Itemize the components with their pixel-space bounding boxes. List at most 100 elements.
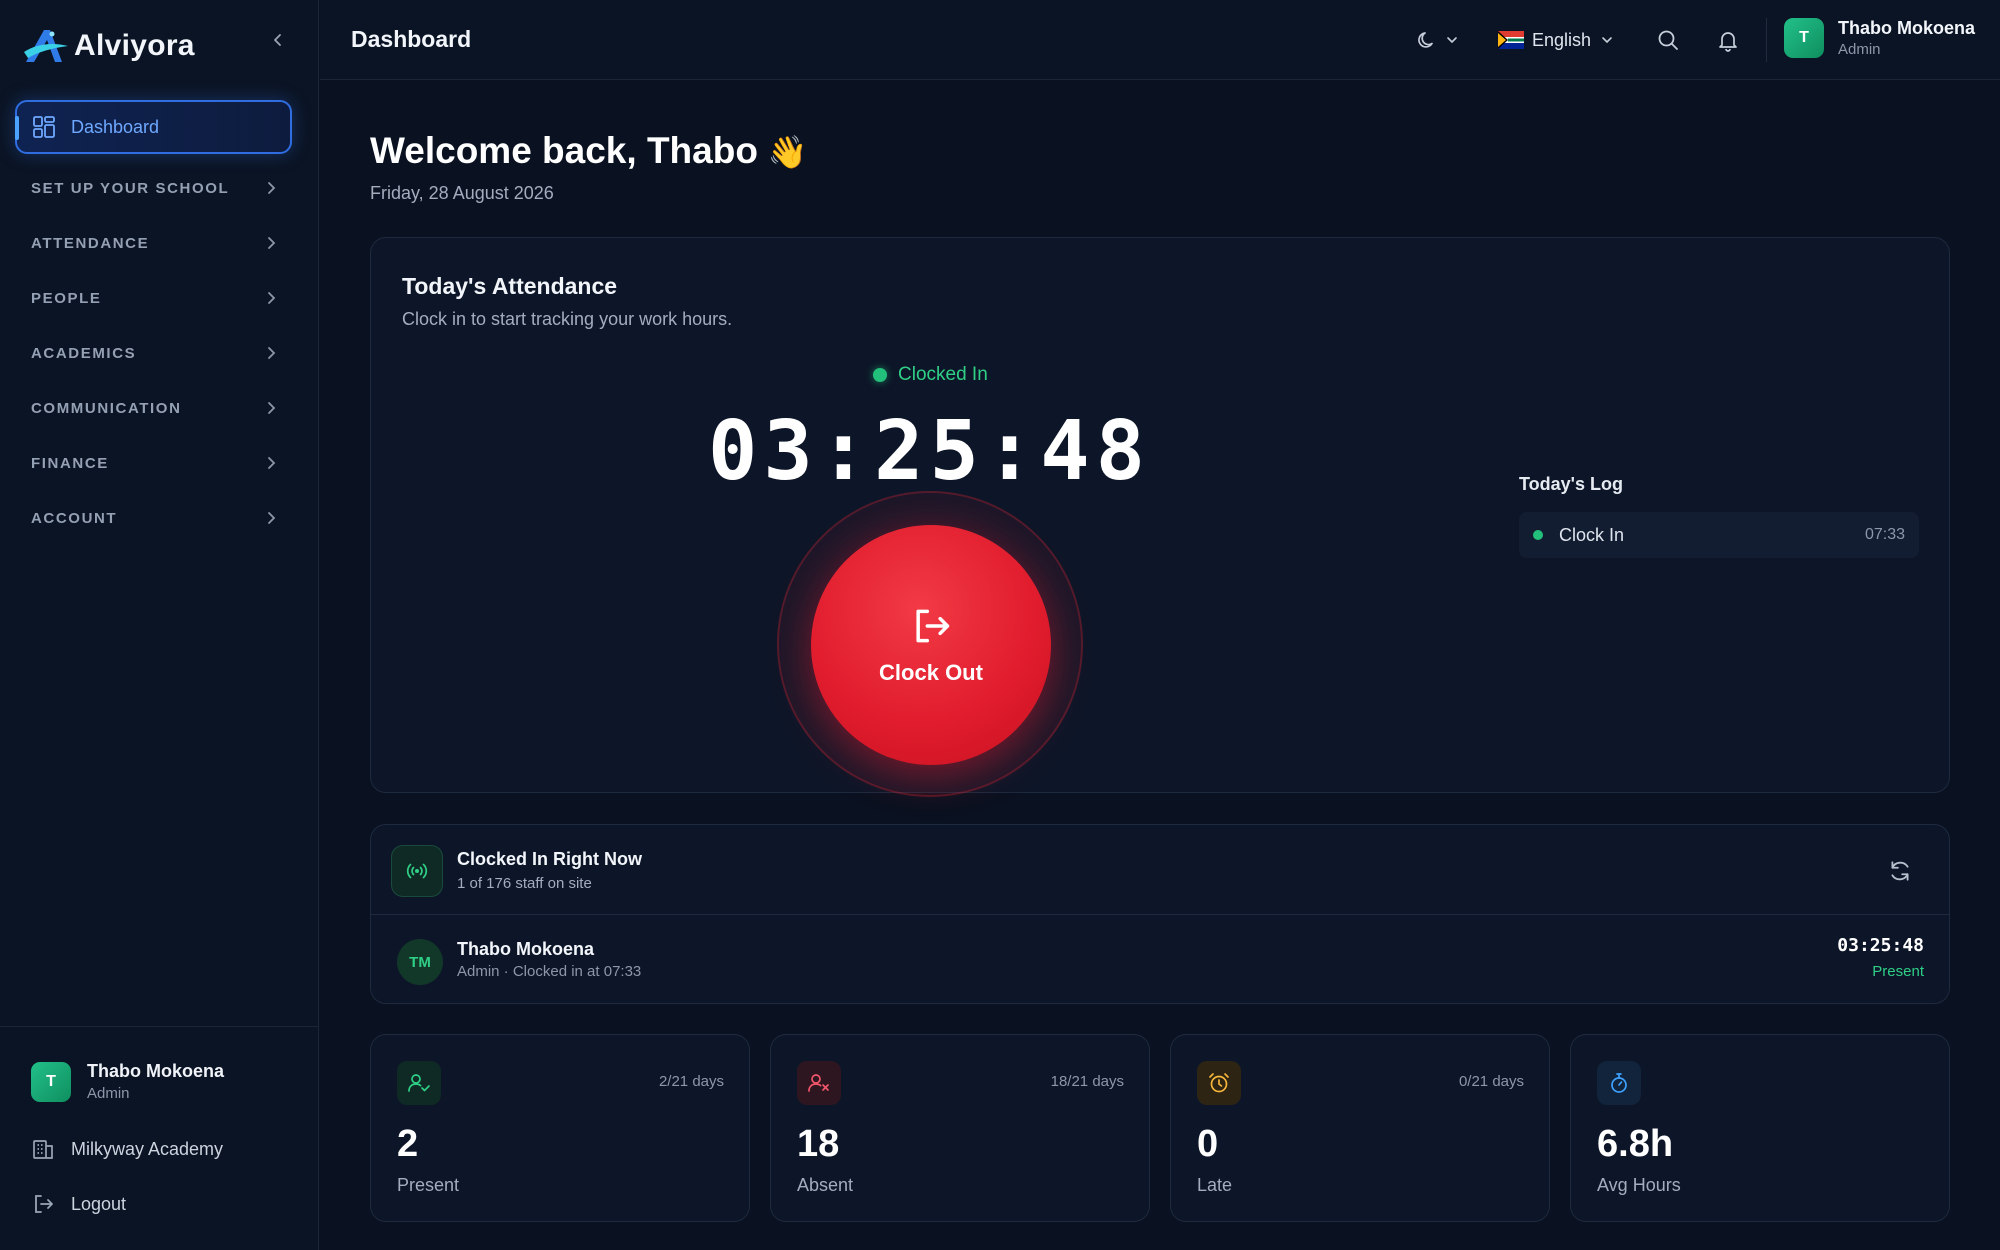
staff-status: Present <box>1872 963 1924 980</box>
sidebar-section-label: SET UP YOUR SCHOOL <box>31 179 230 197</box>
sidebar-user[interactable]: T Thabo Mokoena Admin <box>31 1061 224 1102</box>
sidebar-section-setup[interactable]: SET UP YOUR SCHOOL <box>31 173 276 203</box>
moon-icon <box>1418 32 1433 48</box>
header-divider <box>1766 18 1767 62</box>
sidebar-section-account[interactable]: ACCOUNT <box>31 503 276 533</box>
notifications-button[interactable] <box>1716 22 1740 58</box>
attendance-subtitle: Clock in to start tracking your work hou… <box>402 309 733 329</box>
user-x-icon <box>797 1061 841 1105</box>
attendance-card: Today's Attendance Clock in to start tra… <box>370 237 1950 797</box>
welcome-text: Welcome back, Thabo <box>370 130 758 171</box>
chevron-right-icon <box>268 182 276 194</box>
staff-name: Thabo Mokoena <box>457 939 595 959</box>
sidebar: Alviyora Dashboard SET UP YOUR SCHOOL AT… <box>0 0 319 1250</box>
sidebar-section-label: ACADEMICS <box>31 344 137 362</box>
stat-card-avg-hours: 6.8h Avg Hours <box>1570 1034 1950 1222</box>
stat-label: Absent <box>797 1175 854 1195</box>
chevron-down-icon <box>1447 37 1457 44</box>
alarm-clock-icon <box>1197 1061 1241 1105</box>
avatar: T <box>31 1061 71 1102</box>
language-label: English <box>1532 29 1592 50</box>
school-link[interactable]: Milkyway Academy <box>31 1137 223 1161</box>
avatar: T <box>1784 18 1824 58</box>
clock-out-label: Clock Out <box>879 660 983 685</box>
broadcast-icon <box>391 845 443 897</box>
building-icon <box>33 1140 53 1159</box>
sidebar-section-label: ACCOUNT <box>31 509 118 527</box>
staff-detail: Admin · Clocked in at 07:33 <box>457 963 642 980</box>
todays-log-title: Today's Log <box>1519 474 1623 494</box>
header-user-role: Admin <box>1838 41 1881 58</box>
stat-card-present: 2/21 days 2 Present <box>370 1034 750 1222</box>
sidebar-item-dashboard[interactable]: Dashboard <box>15 100 292 154</box>
flag-icon <box>1498 31 1524 49</box>
clocked-in-now-header: Clocked In Right Now 1 of 176 staff on s… <box>371 825 1949 915</box>
sidebar-section-attendance[interactable]: ATTENDANCE <box>31 228 276 258</box>
chevron-right-icon <box>268 512 276 524</box>
sidebar-section-people[interactable]: PEOPLE <box>31 283 276 313</box>
log-dot-icon <box>1533 530 1543 540</box>
status-badge: Clocked In <box>873 364 988 386</box>
chevron-right-icon <box>268 237 276 249</box>
attendance-title: Today's Attendance <box>402 273 618 299</box>
logout-label: Logout <box>71 1193 127 1214</box>
sidebar-user-role: Admin <box>87 1085 130 1102</box>
logout-icon <box>916 609 950 643</box>
logo-icon <box>24 30 68 62</box>
search-icon <box>1658 30 1678 50</box>
current-date: Friday, 28 August 2026 <box>370 183 554 203</box>
sidebar-item-label: Dashboard <box>71 116 160 137</box>
app-name: Alviyora <box>74 29 195 62</box>
theme-toggle-button[interactable] <box>1416 22 1458 58</box>
welcome-heading: Welcome back, Thabo 👋 <box>370 130 808 172</box>
search-button[interactable] <box>1656 22 1680 58</box>
collapse-sidebar-button[interactable] <box>266 28 290 52</box>
refresh-icon <box>1891 861 1909 881</box>
logout-icon <box>35 1195 53 1213</box>
clocked-in-now-card: Clocked In Right Now 1 of 176 staff on s… <box>370 824 1950 1004</box>
stat-days: 0/21 days <box>1458 1073 1524 1090</box>
chevron-right-icon <box>268 402 276 414</box>
chevron-left-icon <box>274 34 281 46</box>
stat-card-absent: 18/21 days 18 Absent <box>770 1034 1150 1222</box>
stopwatch-icon <box>1597 1061 1641 1105</box>
sidebar-section-communication[interactable]: COMMUNICATION <box>31 393 276 423</box>
sidebar-section-academics[interactable]: ACADEMICS <box>31 338 276 368</box>
sidebar-section-finance[interactable]: FINANCE <box>31 448 276 478</box>
staff-timer: 03:25:48 <box>1837 935 1924 956</box>
stat-value: 2 <box>397 1123 419 1165</box>
stat-label: Present <box>397 1175 460 1195</box>
clock-out-button[interactable]: Clock Out <box>811 525 1051 765</box>
clocked-in-now-title: Clocked In Right Now <box>457 849 643 869</box>
chevron-right-icon <box>268 347 276 359</box>
log-item: Clock In 07:33 <box>1519 512 1919 558</box>
sidebar-footer: T Thabo Mokoena Admin Milkyway Academy L… <box>0 1026 319 1250</box>
top-header: Dashboard English T Thabo Mokoena Admin <box>320 0 2000 80</box>
logo[interactable]: Alviyora <box>22 22 195 70</box>
stat-label: Late <box>1197 1175 1233 1195</box>
chevron-right-icon <box>268 292 276 304</box>
refresh-button[interactable] <box>1887 858 1913 884</box>
log-label: Clock In <box>1559 524 1625 545</box>
sidebar-user-name: Thabo Mokoena <box>87 1061 225 1081</box>
stat-label: Avg Hours <box>1597 1175 1681 1195</box>
status-dot-icon <box>873 368 887 382</box>
header-user-menu[interactable]: T Thabo Mokoena Admin <box>1784 18 1975 58</box>
stat-card-late: 0/21 days 0 Late <box>1170 1034 1550 1222</box>
sidebar-section-label: FINANCE <box>31 454 109 472</box>
wave-icon: 👋 <box>767 134 808 170</box>
language-selector[interactable]: English <box>1498 22 1613 58</box>
stat-value: 0 <box>1197 1123 1219 1165</box>
sidebar-section-label: COMMUNICATION <box>31 399 182 417</box>
status-label: Clocked In <box>898 364 988 385</box>
stat-days: 18/21 days <box>1050 1073 1124 1090</box>
page-title: Dashboard <box>351 26 472 52</box>
log-time: 07:33 <box>1864 526 1905 543</box>
logout-button[interactable]: Logout <box>31 1192 126 1216</box>
stat-value: 18 <box>797 1123 840 1165</box>
chevron-down-icon <box>1602 37 1612 44</box>
stat-value: 6.8h <box>1597 1123 1674 1165</box>
header-user-name: Thabo Mokoena <box>1838 18 1976 38</box>
chevron-right-icon <box>268 457 276 469</box>
school-name: Milkyway Academy <box>71 1138 224 1159</box>
